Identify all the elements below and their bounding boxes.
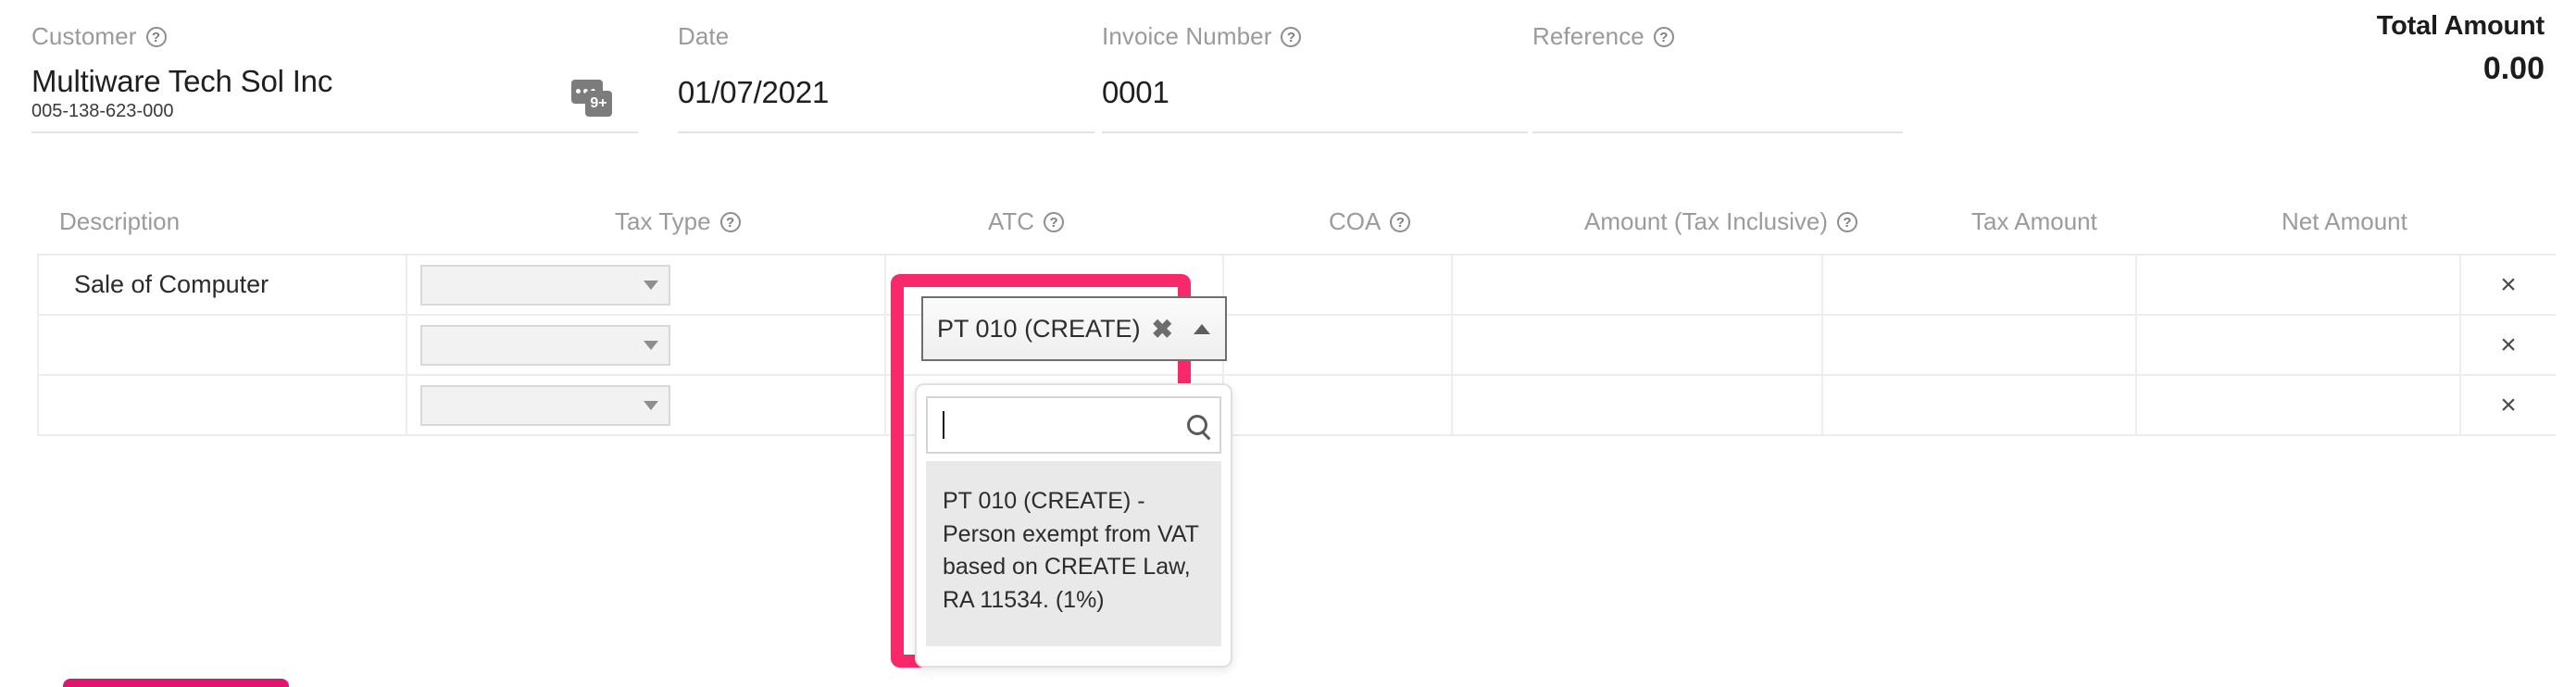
customer-tin: 005-138-623-000: [31, 101, 174, 121]
cell-delete[interactable]: ×: [2461, 256, 2556, 314]
cell-tax-amount: [1823, 256, 2137, 314]
invoice-number-label-text: Invoice Number: [1102, 22, 1272, 50]
cell-amount-tax-inclusive[interactable]: [1453, 316, 1823, 374]
column-header-description: Description: [37, 206, 407, 236]
table-row: Sale of Computer ×: [37, 256, 2556, 316]
reference-underline: [1532, 131, 1903, 133]
cell-description[interactable]: Sale of Computer: [37, 256, 407, 314]
invoice-number-underline: [1102, 131, 1528, 133]
column-header-atc: ATC ?: [886, 206, 1224, 236]
cell-tax-amount: [1823, 376, 2137, 434]
column-header-description-text: Description: [59, 207, 181, 235]
invoice-number-value: 0001: [1102, 75, 1169, 109]
chevron-down-icon: [644, 400, 658, 410]
tax-type-select[interactable]: [420, 324, 670, 366]
cell-delete[interactable]: ×: [2461, 376, 2556, 434]
column-header-net-amount-text: Net Amount: [2282, 207, 2407, 235]
chevron-up-icon[interactable]: [1194, 323, 1210, 334]
reference-help-icon[interactable]: ?: [1653, 26, 1674, 47]
cell-delete[interactable]: ×: [2461, 316, 2556, 374]
table-header-row: Description Tax Type ? ATC ? COA ? Amoun…: [37, 206, 2556, 254]
add-line-button[interactable]: [63, 679, 289, 687]
total-amount-block: Total Amount 0.00: [2377, 11, 2545, 87]
cell-description[interactable]: [37, 376, 407, 434]
customer-value: Multiware Tech Sol Inc: [31, 64, 333, 98]
cell-coa[interactable]: [1224, 256, 1453, 314]
reference-label-text: Reference: [1532, 22, 1644, 50]
invoice-number-help-icon[interactable]: ?: [1281, 26, 1302, 47]
column-header-amount-tax-inclusive: Amount (Tax Inclusive) ?: [1453, 206, 1857, 236]
line-items-table: Description Tax Type ? ATC ? COA ? Amoun…: [37, 206, 2556, 436]
cell-net-amount: [2137, 316, 2461, 374]
date-field[interactable]: Date 01/07/2021: [678, 22, 1094, 133]
customer-underline: [31, 131, 638, 133]
column-header-amount-text: Amount (Tax Inclusive): [1584, 207, 1828, 235]
customer-field[interactable]: Customer ? Multiware Tech Sol Inc 005-13…: [31, 22, 638, 133]
column-header-net-amount: Net Amount: [2137, 206, 2461, 236]
delete-row-icon[interactable]: ×: [2474, 331, 2543, 359]
tax-type-help-icon[interactable]: ?: [719, 211, 741, 232]
invoice-number-field[interactable]: Invoice Number ? 0001: [1102, 22, 1528, 133]
date-label-text: Date: [678, 22, 730, 50]
atc-option-item[interactable]: PT 010 (CREATE) - Person exempt from VAT…: [926, 461, 1221, 646]
cell-tax-type[interactable]: [407, 376, 886, 434]
reference-field[interactable]: Reference ?: [1532, 22, 1903, 133]
cell-description[interactable]: [37, 316, 407, 374]
description-value: Sale of Computer: [74, 270, 269, 298]
customer-help-icon[interactable]: ?: [145, 26, 167, 47]
chevron-down-icon: [644, 340, 658, 350]
cell-net-amount: [2137, 376, 2461, 434]
atc-search-input[interactable]: [926, 396, 1221, 454]
date-label: Date: [678, 22, 1094, 51]
table-row: ×: [37, 316, 2556, 376]
cell-coa[interactable]: [1224, 316, 1453, 374]
atc-select-control[interactable]: PT 010 (CREATE) ✖: [921, 296, 1227, 361]
cell-tax-amount: [1823, 316, 2137, 374]
column-header-coa: COA ?: [1224, 206, 1453, 236]
cell-amount-tax-inclusive[interactable]: [1453, 256, 1823, 314]
customer-label-text: Customer: [31, 22, 137, 50]
invoice-entry-screen: Customer ? Multiware Tech Sol Inc 005-13…: [0, 0, 2576, 687]
chevron-down-icon: [644, 280, 658, 290]
column-header-coa-text: COA: [1329, 207, 1382, 235]
cell-amount-tax-inclusive[interactable]: [1453, 376, 1823, 434]
atc-dropdown-panel[interactable]: PT 010 (CREATE) - Person exempt from VAT…: [915, 383, 1232, 668]
column-header-tax-type: Tax Type ?: [407, 206, 886, 236]
date-value: 01/07/2021: [678, 75, 830, 109]
table-row: ×: [37, 376, 2556, 436]
chat-badge-icon[interactable]: 9+: [571, 80, 612, 117]
date-underline: [678, 131, 1094, 133]
atc-selected-value: PT 010 (CREATE): [937, 314, 1141, 343]
total-amount-value: 0.00: [2482, 51, 2545, 86]
table-body: Sale of Computer × × ×: [37, 254, 2556, 436]
chat-count-badge: 9+: [585, 91, 612, 117]
text-cursor: [943, 411, 944, 439]
customer-label: Customer ?: [31, 22, 638, 51]
clear-selection-icon[interactable]: ✖: [1144, 314, 1181, 344]
cell-tax-type[interactable]: [407, 316, 886, 374]
invoice-number-label: Invoice Number ?: [1102, 22, 1528, 51]
cell-coa[interactable]: [1224, 376, 1453, 434]
column-header-tax-amount-text: Tax Amount: [1971, 207, 2097, 235]
delete-row-icon[interactable]: ×: [2474, 270, 2543, 299]
cell-tax-type[interactable]: [407, 256, 886, 314]
coa-help-icon[interactable]: ?: [1390, 211, 1411, 232]
total-amount-label: Total Amount: [2376, 11, 2545, 41]
delete-row-icon[interactable]: ×: [2474, 391, 2543, 419]
column-header-tax-type-text: Tax Type: [615, 207, 711, 235]
tax-type-select[interactable]: [420, 264, 670, 306]
column-header-atc-text: ATC: [988, 207, 1035, 235]
atc-help-icon[interactable]: ?: [1044, 211, 1065, 232]
search-icon: [1187, 415, 1207, 435]
invoice-header: Customer ? Multiware Tech Sol Inc 005-13…: [0, 0, 2576, 153]
cell-net-amount: [2137, 256, 2461, 314]
column-header-tax-amount: Tax Amount: [1823, 206, 2137, 236]
tax-type-select[interactable]: [420, 384, 670, 426]
reference-label: Reference ?: [1532, 22, 1903, 51]
